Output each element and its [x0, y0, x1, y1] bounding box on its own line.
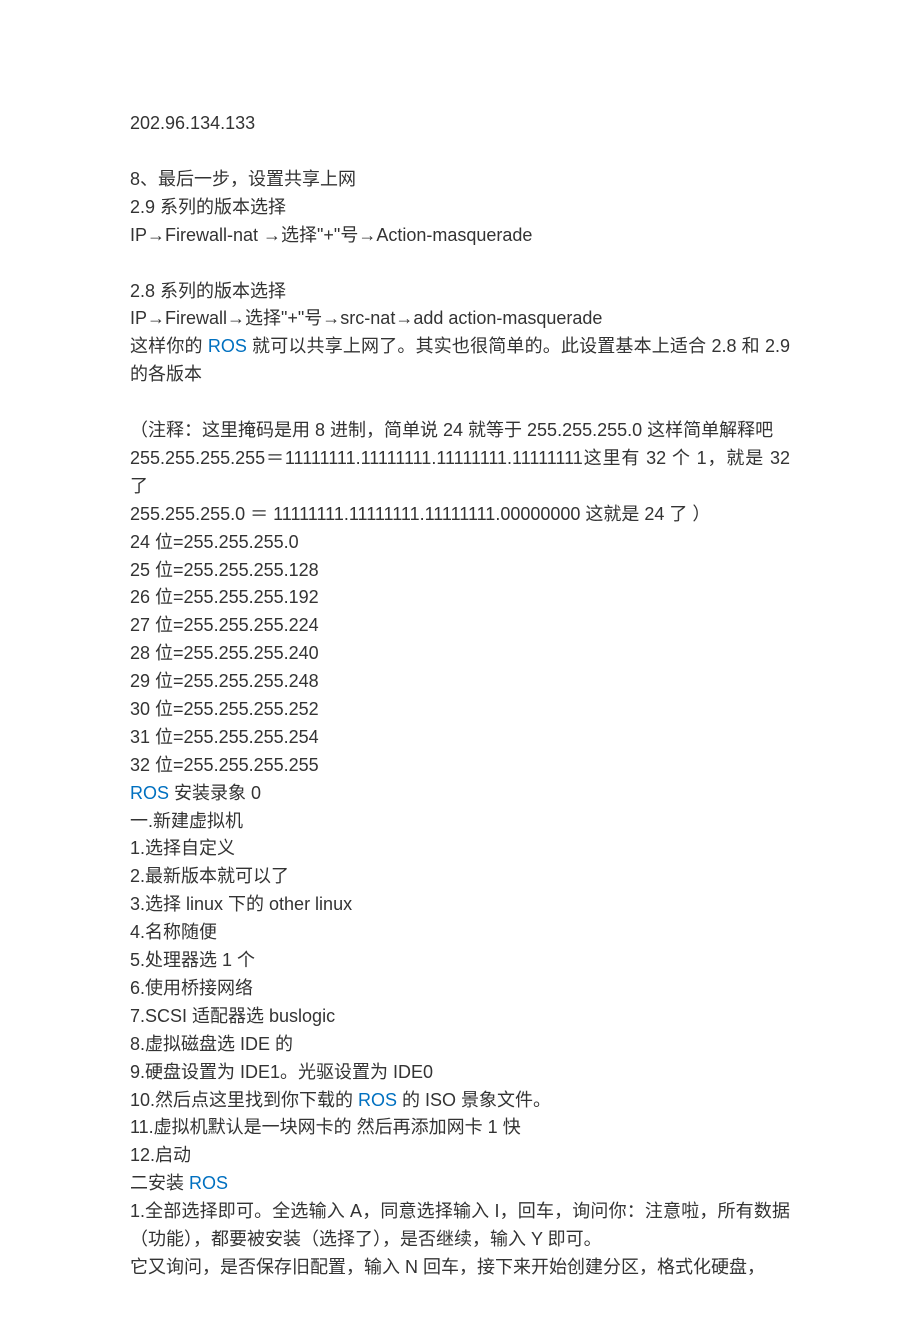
mask-entry: 26 位=255.255.255.192 [130, 584, 790, 612]
ros-link[interactable]: ROS [130, 783, 169, 803]
ros-install-text: 安装录象 0 [169, 783, 261, 803]
mask-entry: 24 位=255.255.255.0 [130, 529, 790, 557]
document-content: 202.96.134.133 8、最后一步，设置共享上网 2.9 系列的版本选择… [130, 110, 790, 1282]
section-1-item: 12.启动 [130, 1142, 790, 1170]
mask-entry: 32 位=255.255.255.255 [130, 752, 790, 780]
ros-link[interactable]: ROS [208, 336, 247, 356]
ip-address-line: 202.96.134.133 [130, 110, 790, 138]
mask-entry: 25 位=255.255.255.128 [130, 557, 790, 585]
ros-share-note: 这样你的 ROS 就可以共享上网了。其实也很简单的。此设置基本上适合 2.8 和… [130, 333, 790, 389]
mask-note-line-2: 255.255.255.255＝11111111.11111111.111111… [130, 445, 790, 501]
ros-install-heading: ROS 安装录象 0 [130, 780, 790, 808]
section-1-title: 一.新建虚拟机 [130, 808, 790, 836]
mask-note-line-1: （注释：这里掩码是用 8 进制，简单说 24 就等于 255.255.255.0… [130, 417, 790, 445]
text-prefix: 10.然后点这里找到你下载的 [130, 1090, 358, 1110]
ros-link[interactable]: ROS [189, 1173, 228, 1193]
section-1-item-10: 10.然后点这里找到你下载的 ROS 的 ISO 景象文件。 [130, 1087, 790, 1115]
section-1-item: 9.硬盘设置为 IDE1。光驱设置为 IDE0 [130, 1059, 790, 1087]
mask-note-line-3: 255.255.255.0 ＝ 11111111.11111111.111111… [130, 501, 790, 529]
mask-entry: 28 位=255.255.255.240 [130, 640, 790, 668]
section-1-item: 8.虚拟磁盘选 IDE 的 [130, 1031, 790, 1059]
section-1-item: 1.选择自定义 [130, 835, 790, 863]
section-2-item-1b: 它又询问，是否保存旧配置，输入 N 回车，接下来开始创建分区，格式化硬盘， [130, 1254, 790, 1282]
version-29-label: 2.9 系列的版本选择 [130, 194, 790, 222]
section-2-item-1: 1.全部选择即可。全选输入 A，同意选择输入 I，回车，询问你：注意啦，所有数据… [130, 1198, 790, 1254]
step-8-title: 8、最后一步，设置共享上网 [130, 166, 790, 194]
section-1-item: 4.名称随便 [130, 919, 790, 947]
mask-entry: 27 位=255.255.255.224 [130, 612, 790, 640]
section-1-item: 3.选择 linux 下的 other linux [130, 891, 790, 919]
text-prefix: 这样你的 [130, 336, 208, 356]
section-2-title: 二安装 ROS [130, 1170, 790, 1198]
version-28-path: IP→Firewall→选择"+"号→src-nat→add action-ma… [130, 305, 790, 333]
mask-entry: 30 位=255.255.255.252 [130, 696, 790, 724]
section-1-item: 2.最新版本就可以了 [130, 863, 790, 891]
mask-entry: 29 位=255.255.255.248 [130, 668, 790, 696]
section-1-item: 11.虚拟机默认是一块网卡的 然后再添加网卡 1 快 [130, 1114, 790, 1142]
text-prefix: 二安装 [130, 1173, 189, 1193]
ros-link[interactable]: ROS [358, 1090, 397, 1110]
version-29-path: IP→Firewall-nat →选择"+"号→Action-masquerad… [130, 222, 790, 250]
mask-entry: 31 位=255.255.255.254 [130, 724, 790, 752]
section-1-item: 6.使用桥接网络 [130, 975, 790, 1003]
section-1-item: 7.SCSI 适配器选 buslogic [130, 1003, 790, 1031]
version-28-label: 2.8 系列的版本选择 [130, 278, 790, 306]
text-suffix: 的 ISO 景象文件。 [397, 1090, 551, 1110]
section-1-item: 5.处理器选 1 个 [130, 947, 790, 975]
